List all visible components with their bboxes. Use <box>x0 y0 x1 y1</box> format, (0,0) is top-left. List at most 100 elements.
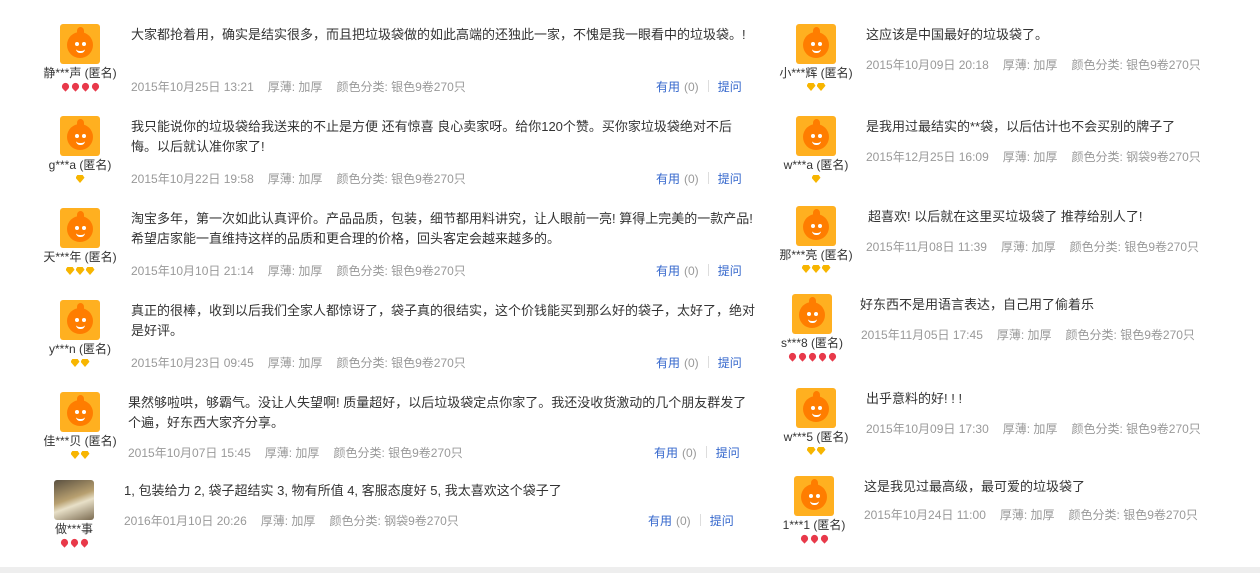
review-color: 颜色分类: 钢袋9卷270只 <box>329 514 459 528</box>
review-color: 颜色分类: 银色9卷270只 <box>1071 58 1201 72</box>
reply-button[interactable]: 提问 <box>716 446 740 460</box>
avatar[interactable] <box>54 480 94 520</box>
review-thickness: 厚薄: 加厚 <box>264 446 320 460</box>
reviewer-rank-icon <box>768 264 864 274</box>
avatar[interactable] <box>796 388 836 428</box>
reviewer: 佳***贝 (匿名) <box>32 392 128 460</box>
reply-button[interactable]: 提问 <box>710 514 734 528</box>
review-meta: 2015年11月08日 11:39 厚薄: 加厚 颜色分类: 银色9卷270只 <box>866 238 1213 255</box>
review-text: 淘宝多年，第一次如此认真评价。产品品质，包装，细节都用料讲究，让人眼前一亮! 算… <box>131 211 753 246</box>
review-text: 真正的很棒，收到以后我们全家人都惊讶了，袋子真的很结实，这个价钱能买到那么好的袋… <box>131 303 756 338</box>
review-color: 颜色分类: 银色9卷270只 <box>336 356 466 370</box>
reviewer-name[interactable]: g***a (匿名) <box>32 158 128 172</box>
avatar[interactable] <box>792 294 832 334</box>
reply-button[interactable]: 提问 <box>718 172 742 186</box>
reviewer-rank-icon <box>768 82 864 92</box>
useful-button[interactable]: 有用 <box>656 80 680 94</box>
reviewer-name[interactable]: 小***辉 (匿名) <box>768 66 864 80</box>
review-item: 小***辉 (匿名) 这应该是中国最好的垃圾袋了。 2015年10月09日 20… <box>760 20 1260 112</box>
review-actions: 有用 (0) 提问 <box>656 262 742 279</box>
review-item: w***a (匿名) 是我用过最结实的**袋，以后估计也不会买别的牌子了 201… <box>760 112 1260 204</box>
review-meta: 2015年10月07日 15:45 厚薄: 加厚 颜色分类: 银色9卷270只 <box>128 444 477 461</box>
reply-button[interactable]: 提问 <box>718 264 742 278</box>
review-date: 2016年01月10日 20:26 <box>124 514 247 528</box>
avatar[interactable] <box>794 476 834 516</box>
useful-button[interactable]: 有用 <box>656 172 680 186</box>
review-color: 颜色分类: 银色9卷270只 <box>1068 508 1198 522</box>
reviewer: 做***事 <box>26 480 122 548</box>
review-item: 1***1 (匿名) 这是我见过最高级，最可爱的垃圾袋了 2015年10月24日… <box>760 472 1260 564</box>
review-thickness: 厚薄: 加厚 <box>1002 150 1058 164</box>
reviewer-name[interactable]: y***n (匿名) <box>32 342 128 356</box>
review-date: 2015年11月05日 17:45 <box>861 328 983 342</box>
reviewer: w***5 (匿名) <box>768 388 864 456</box>
review-thickness: 厚薄: 加厚 <box>267 264 323 278</box>
review-text: 大家都抢着用，确实是结实很多，而且把垃圾袋做的如此高端的还独此一家，不愧是我一眼… <box>131 27 746 42</box>
reviewer-name[interactable]: 那***亮 (匿名) <box>768 248 864 262</box>
reviewer-name[interactable]: 佳***贝 (匿名) <box>32 434 128 448</box>
reviewer: 天***年 (匿名) <box>32 208 128 276</box>
review-actions: 有用 (0) 提问 <box>656 170 742 187</box>
reviewer: g***a (匿名) <box>32 116 128 184</box>
useful-button[interactable]: 有用 <box>656 356 680 370</box>
reviewer-name[interactable]: w***a (匿名) <box>768 158 864 172</box>
review-actions: 有用 (0) 提问 <box>656 354 742 371</box>
reviewer-name[interactable]: 天***年 (匿名) <box>32 250 128 264</box>
review-meta: 2015年10月25日 13:21 厚薄: 加厚 颜色分类: 银色9卷270只 <box>131 78 480 95</box>
review-item: 天***年 (匿名) 淘宝多年，第一次如此认真评价。产品品质，包装，细节都用料讲… <box>0 204 760 296</box>
reviewer-rank-icon <box>764 351 860 362</box>
review-thickness: 厚薄: 加厚 <box>1002 58 1058 72</box>
avatar[interactable] <box>60 392 100 432</box>
useful-count: (0) <box>682 446 697 460</box>
useful-button[interactable]: 有用 <box>654 446 678 460</box>
review-color: 颜色分类: 银色9卷270只 <box>333 446 463 460</box>
review-meta: 2015年10月09日 17:30 厚薄: 加厚 颜色分类: 银色9卷270只 <box>866 420 1215 437</box>
review-thickness: 厚薄: 加厚 <box>999 508 1055 522</box>
review-meta: 2015年11月05日 17:45 厚薄: 加厚 颜色分类: 银色9卷270只 <box>861 326 1209 343</box>
reviewer: 1***1 (匿名) <box>766 476 862 544</box>
reply-button[interactable]: 提问 <box>718 80 742 94</box>
reviewer-rank-icon <box>32 450 128 460</box>
review-item: g***a (匿名) 我只能说你的垃圾袋给我送来的不止是方便 还有惊喜 良心卖家… <box>0 112 760 204</box>
avatar[interactable] <box>796 24 836 64</box>
review-actions: 有用 (0) 提问 <box>648 512 734 529</box>
review-color: 颜色分类: 银色9卷270只 <box>1065 328 1195 342</box>
avatar[interactable] <box>796 206 836 246</box>
reviewer: 静***声 (匿名) <box>32 24 128 92</box>
useful-button[interactable]: 有用 <box>648 514 672 528</box>
review-color: 颜色分类: 银色9卷270只 <box>336 264 466 278</box>
avatar[interactable] <box>60 208 100 248</box>
review-date: 2015年10月24日 11:00 <box>864 508 986 522</box>
useful-count: (0) <box>684 264 699 278</box>
review-text: 这是我见过最高级，最可爱的垃圾袋了 <box>864 479 1086 494</box>
review-date: 2015年10月09日 20:18 <box>866 58 989 72</box>
bottom-divider <box>0 567 1260 573</box>
review-actions: 有用 (0) 提问 <box>656 78 742 95</box>
review-date: 2015年10月07日 15:45 <box>128 446 251 460</box>
review-date: 2015年10月23日 09:45 <box>131 356 254 370</box>
review-item: w***5 (匿名) 出乎意料的好! ! ! 2015年10月09日 17:30… <box>760 384 1260 476</box>
review-text: 是我用过最结实的**袋，以后估计也不会买别的牌子了 <box>866 119 1176 134</box>
review-thickness: 厚薄: 加厚 <box>996 328 1052 342</box>
useful-count: (0) <box>684 172 699 186</box>
avatar[interactable] <box>60 116 100 156</box>
reviewer-rank-icon <box>32 81 128 92</box>
review-color: 颜色分类: 银色9卷270只 <box>336 80 466 94</box>
review-date: 2015年12月25日 16:09 <box>866 150 989 164</box>
reply-button[interactable]: 提问 <box>718 356 742 370</box>
reviewer-name[interactable]: 1***1 (匿名) <box>766 518 862 532</box>
reviewer-name[interactable]: w***5 (匿名) <box>768 430 864 444</box>
review-text: 这应该是中国最好的垃圾袋了。 <box>866 27 1049 42</box>
reviewer-name[interactable]: 做***事 <box>26 522 122 536</box>
review-date: 2015年10月10日 21:14 <box>131 264 254 278</box>
review-meta: 2015年10月24日 11:00 厚薄: 加厚 颜色分类: 银色9卷270只 <box>864 506 1212 523</box>
reviewer: 小***辉 (匿名) <box>768 24 864 92</box>
avatar[interactable] <box>60 24 100 64</box>
reviewer: s***8 (匿名) <box>764 294 860 362</box>
avatar[interactable] <box>796 116 836 156</box>
review-text: 好东西不是用语言表达，自己用了偷着乐 <box>860 297 1095 312</box>
reviewer-name[interactable]: s***8 (匿名) <box>764 336 860 350</box>
avatar[interactable] <box>60 300 100 340</box>
useful-button[interactable]: 有用 <box>656 264 680 278</box>
reviewer-name[interactable]: 静***声 (匿名) <box>32 66 128 80</box>
